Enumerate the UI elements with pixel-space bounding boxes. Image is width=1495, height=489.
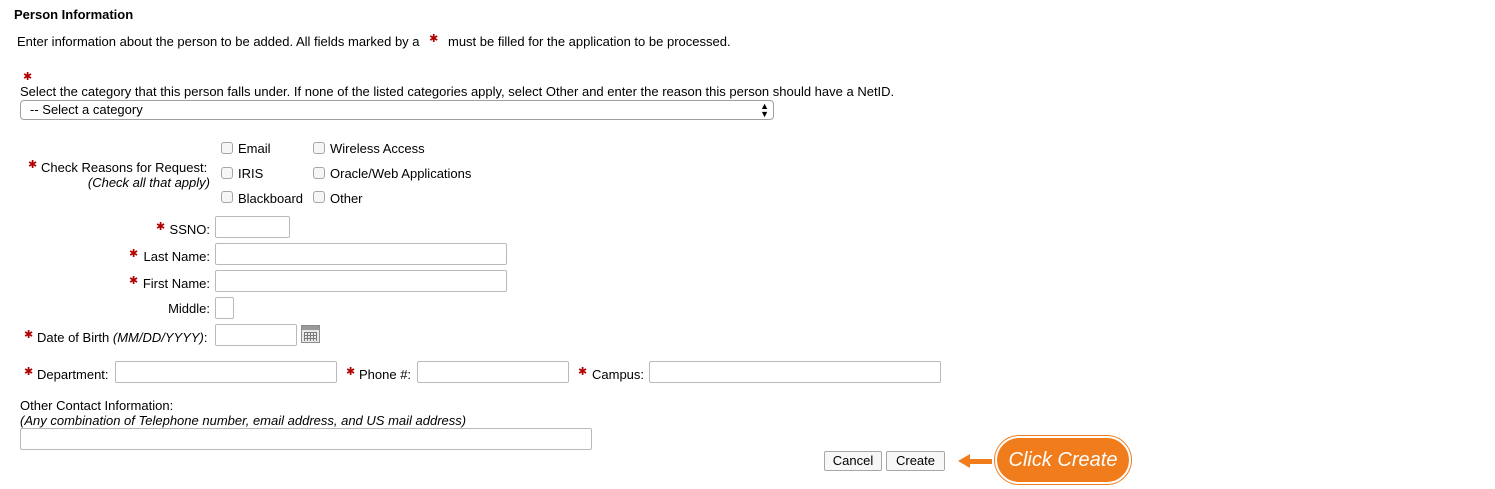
select-arrows-icon: ▲ ▼	[760, 101, 769, 119]
first-name-label: First Name:	[142, 276, 210, 291]
callout-arrow-shaft	[968, 459, 992, 464]
phone-label: Phone #:	[359, 367, 412, 382]
campus-label: Campus:	[592, 367, 645, 382]
checkbox-oracle-web-applications-label: Oracle/Web Applications	[330, 166, 472, 181]
first-name-input[interactable]	[215, 270, 507, 292]
required-marker-icon: ✱	[28, 158, 38, 171]
required-marker-icon: ✱	[156, 220, 166, 233]
required-marker-icon: ✱	[429, 33, 439, 45]
dob-label: Date of Birth (MM/DD/YYYY):	[37, 330, 208, 345]
other-contact-label: Other Contact Information:	[20, 398, 174, 413]
dob-input[interactable]	[215, 324, 297, 346]
required-marker-icon: ✱	[129, 274, 139, 287]
phone-input[interactable]	[417, 361, 569, 383]
required-marker-icon: ✱	[129, 247, 139, 260]
calendar-icon[interactable]	[301, 325, 320, 343]
checkbox-iris[interactable]	[221, 167, 233, 179]
category-select-value: -- Select a category	[30, 102, 143, 117]
reasons-label: Check Reasons for Request:	[41, 160, 208, 175]
checkbox-blackboard[interactable]	[221, 191, 233, 203]
create-button[interactable]: Create	[886, 451, 945, 471]
reasons-hint: (Check all that apply)	[87, 175, 210, 190]
checkbox-email-label: Email	[238, 141, 271, 156]
ssno-input[interactable]	[215, 216, 290, 238]
ssno-label: SSNO:	[169, 222, 210, 237]
category-select[interactable]: -- Select a category ▲ ▼	[20, 100, 774, 120]
checkbox-other-label: Other	[330, 191, 363, 206]
department-input[interactable]	[115, 361, 337, 383]
dob-label-colon: :	[203, 330, 208, 345]
checkbox-wireless-access-label: Wireless Access	[330, 141, 425, 156]
click-create-callout: Click Create	[995, 436, 1131, 484]
required-marker-icon: ✱	[24, 328, 34, 341]
calendar-icon-grid	[304, 332, 317, 341]
required-marker-icon: ✱	[24, 365, 34, 378]
intro-text-before: Enter information about the person to be…	[17, 34, 420, 49]
middle-input[interactable]	[215, 297, 234, 319]
dob-format-hint: (MM/DD/YYYY)	[112, 330, 204, 345]
department-label: Department:	[37, 367, 109, 382]
other-contact-input[interactable]	[20, 428, 592, 450]
calendar-icon-header	[302, 326, 319, 330]
section-title: Person Information	[14, 7, 134, 22]
last-name-label: Last Name:	[143, 249, 210, 264]
required-marker-icon: ✱	[23, 70, 33, 83]
dob-label-text: Date of Birth	[37, 330, 110, 345]
required-marker-icon: ✱	[346, 365, 356, 378]
checkbox-iris-label: IRIS	[238, 166, 264, 181]
other-contact-hint: (Any combination of Telephone number, em…	[20, 413, 467, 428]
intro-text-after: must be filled for the application to be…	[448, 34, 731, 49]
checkbox-other[interactable]	[313, 191, 325, 203]
category-prompt: Select the category that this person fal…	[20, 84, 895, 99]
campus-input[interactable]	[649, 361, 941, 383]
cancel-button[interactable]: Cancel	[824, 451, 882, 471]
middle-label: Middle:	[168, 301, 210, 316]
checkbox-email[interactable]	[221, 142, 233, 154]
required-marker-icon: ✱	[578, 365, 588, 378]
checkbox-wireless-access[interactable]	[313, 142, 325, 154]
intro-text: Enter information about the person to be…	[17, 33, 731, 49]
arrow-left-icon	[958, 454, 970, 468]
last-name-input[interactable]	[215, 243, 507, 265]
checkbox-blackboard-label: Blackboard	[238, 191, 304, 206]
checkbox-oracle-web-applications[interactable]	[313, 167, 325, 179]
